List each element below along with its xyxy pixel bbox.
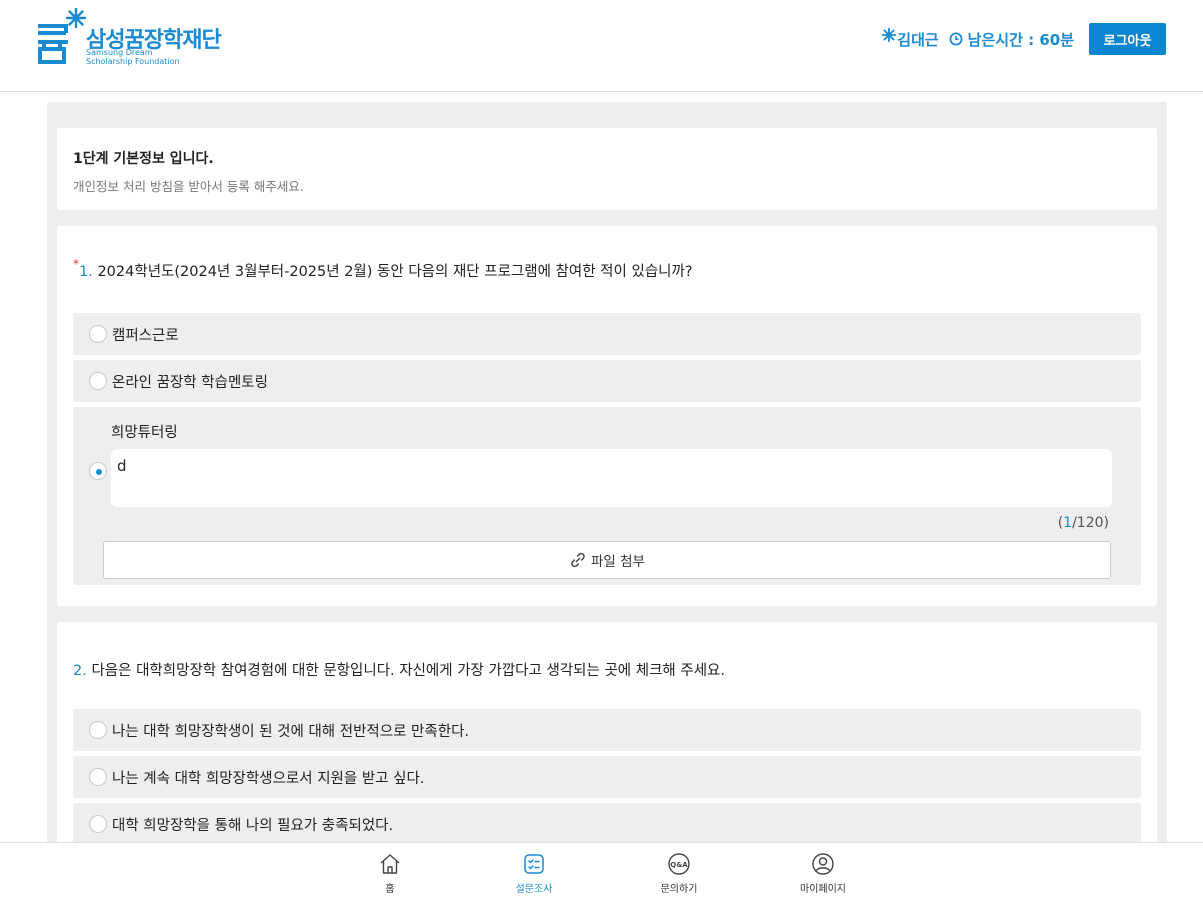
survey-icon xyxy=(524,854,544,874)
file-attach-button[interactable]: 파일 첨부 xyxy=(103,541,1111,579)
required-mark: * xyxy=(73,257,79,271)
logo-name-en: Samsung Dream Scholarship Foundation xyxy=(86,48,180,66)
radio-button[interactable] xyxy=(89,768,107,786)
logo-name-en-line2: Scholarship Foundation xyxy=(86,57,180,66)
option-campus-work[interactable]: 캠퍼스근로 xyxy=(73,313,1141,355)
char-counter: (1/120) xyxy=(1058,515,1109,531)
nav-inquiry[interactable]: Q&A 문의하기 xyxy=(634,852,724,895)
clock-icon xyxy=(949,32,963,46)
option-online-mentoring[interactable]: 온라인 꿈장학 학습멘토링 xyxy=(73,360,1141,402)
nav-label: 문의하기 xyxy=(660,884,698,895)
counter-current: 1 xyxy=(1063,515,1073,531)
nav-home[interactable]: 홈 xyxy=(345,852,435,895)
nav-label: 설문조사 xyxy=(515,884,553,895)
question-2-title: 2. 다음은 대학희망장학 참여경험에 대한 문항입니다. 자신에게 가장 가깝… xyxy=(73,659,725,680)
step-title: 1단계 기본정보 입니다. xyxy=(73,151,214,167)
nav-mypage[interactable]: 마이페이지 xyxy=(778,852,868,895)
logo-star-icon xyxy=(66,8,86,28)
survey-panel: 1단계 기본정보 입니다. 개인정보 처리 방침을 받아서 등록 해주세요. *… xyxy=(47,102,1167,882)
foundation-logo[interactable]: 삼성꿈장학재단 Samsung Dream Scholarship Founda… xyxy=(36,8,236,68)
home-icon xyxy=(380,854,400,874)
question-1-title: *1. 2024학년도(2024년 3월부터-2025년 2월) 동안 다음의 … xyxy=(73,257,693,281)
nav-survey[interactable]: 설문조사 xyxy=(489,852,579,895)
answer-text-input[interactable]: d xyxy=(111,449,1112,507)
radio-button-selected[interactable] xyxy=(89,462,107,480)
nav-label: 홈 xyxy=(385,884,395,895)
question-text: 2024학년도(2024년 3월부터-2025년 2월) 동안 다음의 재단 프… xyxy=(97,264,693,280)
option-hope-tutoring[interactable]: 희망튜터링 d (1/120) 파일 첨부 xyxy=(73,407,1141,585)
question-text: 다음은 대학희망장학 참여경험에 대한 문항입니다. 자신에게 가장 가깝다고 … xyxy=(91,663,725,679)
question-number: 1. xyxy=(79,264,93,280)
option-label: 나는 대학 희망장학생이 된 것에 대해 전반적으로 만족한다. xyxy=(112,723,470,740)
step-subtitle: 개인정보 처리 방침을 받아서 등록 해주세요. xyxy=(73,179,304,194)
qna-icon: Q&A xyxy=(668,853,690,875)
star-icon xyxy=(882,28,897,42)
logo-name-en-line1: Samsung Dream xyxy=(86,48,153,57)
option-label: 온라인 꿈장학 학습멘토링 xyxy=(112,374,268,391)
option-label: 희망튜터링 xyxy=(111,425,178,441)
user-icon xyxy=(812,853,834,875)
bottom-navigation: 홈 설문조사 Q&A 문의하기 마이페이지 xyxy=(0,842,1203,899)
radio-button[interactable] xyxy=(89,372,107,390)
option-needs-met[interactable]: 대학 희망장학을 통해 나의 필요가 충족되었다. xyxy=(73,803,1141,845)
nav-label: 마이페이지 xyxy=(800,884,846,895)
option-label: 대학 희망장학을 통해 나의 필요가 충족되었다. xyxy=(112,817,394,834)
user-area: 김대근 남은시간 : 60분 로그아웃 xyxy=(882,23,1166,55)
logout-button[interactable]: 로그아웃 xyxy=(1089,23,1166,55)
user-name: 김대근 xyxy=(897,30,939,49)
option-label: 나는 계속 대학 희망장학생으로서 지원을 받고 싶다. xyxy=(112,770,425,787)
radio-button[interactable] xyxy=(89,721,107,739)
link-icon xyxy=(571,552,585,568)
time-remaining: 남은시간 : 60분 xyxy=(967,30,1074,49)
logo-mark-icon xyxy=(38,24,68,64)
app-header: 삼성꿈장학재단 Samsung Dream Scholarship Founda… xyxy=(0,0,1203,92)
question-1-card: *1. 2024학년도(2024년 3월부터-2025년 2월) 동안 다음의 … xyxy=(57,226,1157,606)
attach-label: 파일 첨부 xyxy=(591,554,645,570)
radio-button[interactable] xyxy=(89,815,107,833)
intro-card: 1단계 기본정보 입니다. 개인정보 처리 방침을 받아서 등록 해주세요. xyxy=(57,128,1157,210)
option-label: 캠퍼스근로 xyxy=(112,327,179,344)
counter-max: /120) xyxy=(1072,515,1109,531)
svg-text:Q&A: Q&A xyxy=(670,861,688,869)
question-number: 2. xyxy=(73,663,87,679)
option-satisfaction[interactable]: 나는 대학 희망장학생이 된 것에 대해 전반적으로 만족한다. xyxy=(73,709,1141,751)
radio-button[interactable] xyxy=(89,325,107,343)
option-continue-support[interactable]: 나는 계속 대학 희망장학생으로서 지원을 받고 싶다. xyxy=(73,756,1141,798)
